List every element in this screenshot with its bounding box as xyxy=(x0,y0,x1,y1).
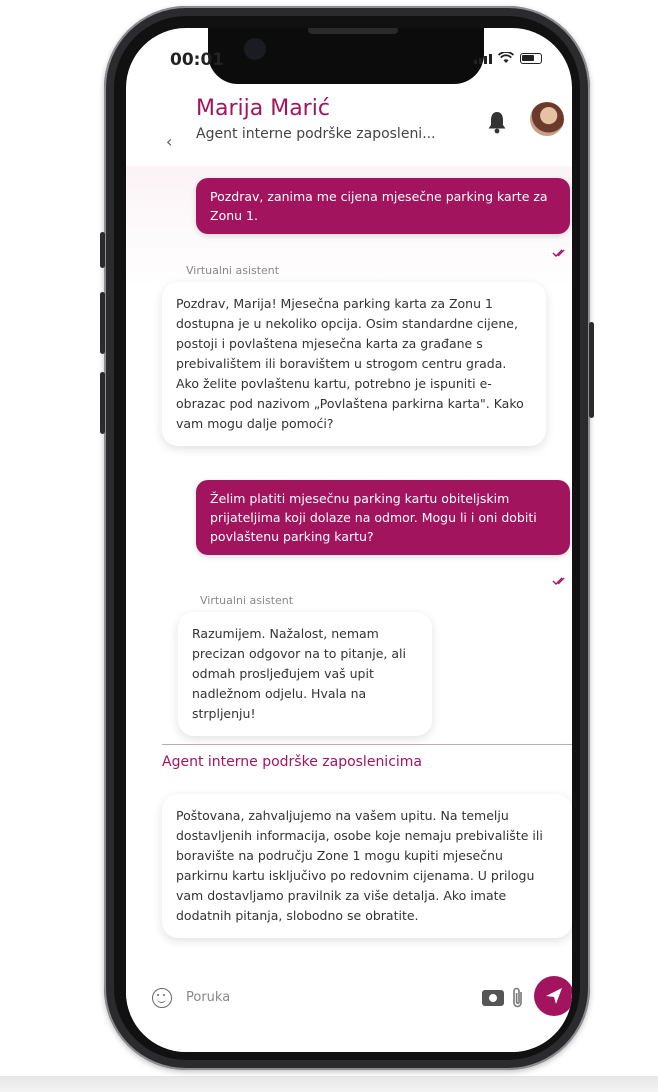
battery-icon xyxy=(520,53,542,64)
signal-icon xyxy=(474,54,492,64)
attach-icon[interactable] xyxy=(510,986,526,1010)
section-divider xyxy=(162,744,572,745)
status-time: 00:01 xyxy=(170,50,225,70)
contact-subtitle: Agent interne podrške zaposleni... xyxy=(196,126,436,142)
page-bottom-bar xyxy=(0,1076,658,1092)
incoming-message: Pozdrav, Marija! Mjesečna parking karta … xyxy=(162,282,546,446)
send-button[interactable] xyxy=(534,976,572,1016)
message-input-bar: Poruka xyxy=(126,976,572,1052)
phone-screen: 00:01 ‹ Marija Marić Agent interne podrš… xyxy=(126,28,572,1052)
outgoing-message: Pozdrav, zanima me cijena mjesečne parki… xyxy=(196,178,570,234)
contact-name: Marija Marić xyxy=(196,96,330,121)
side-button-volume-up xyxy=(100,292,105,354)
read-receipt-icon xyxy=(552,249,565,257)
outgoing-message: Želim platiti mjesečnu parking kartu obi… xyxy=(196,480,570,555)
side-button-silent xyxy=(100,232,105,268)
send-icon xyxy=(546,988,562,1004)
wifi-icon xyxy=(498,52,514,63)
read-receipt-icon xyxy=(552,577,565,585)
emoji-icon[interactable] xyxy=(152,988,172,1008)
side-button-power xyxy=(589,322,594,418)
agent-message: Poštovana, zahvaljujemo na vašem upitu. … xyxy=(162,794,572,938)
notch xyxy=(208,28,484,84)
bell-icon[interactable] xyxy=(486,110,508,134)
speaker xyxy=(308,28,398,34)
back-icon[interactable]: ‹ xyxy=(166,132,172,151)
avatar[interactable] xyxy=(530,102,564,136)
chat-header: ‹ Marija Marić Agent interne podrške zap… xyxy=(126,94,572,166)
camera-icon[interactable] xyxy=(482,990,504,1006)
agent-heading: Agent interne podrške zaposlenicima xyxy=(162,754,423,770)
message-input[interactable]: Poruka xyxy=(186,990,230,1005)
incoming-message: Razumijem. Nažalost, nemam precizan odgo… xyxy=(178,612,432,736)
sender-label: Virtualni asistent xyxy=(186,264,280,277)
chat-area[interactable]: Pozdrav, zanima me cijena mjesečne parki… xyxy=(126,166,572,976)
sender-label: Virtualni asistent xyxy=(200,594,294,607)
front-camera xyxy=(244,38,266,60)
status-icons xyxy=(474,52,542,64)
side-button-volume-down xyxy=(100,372,105,434)
